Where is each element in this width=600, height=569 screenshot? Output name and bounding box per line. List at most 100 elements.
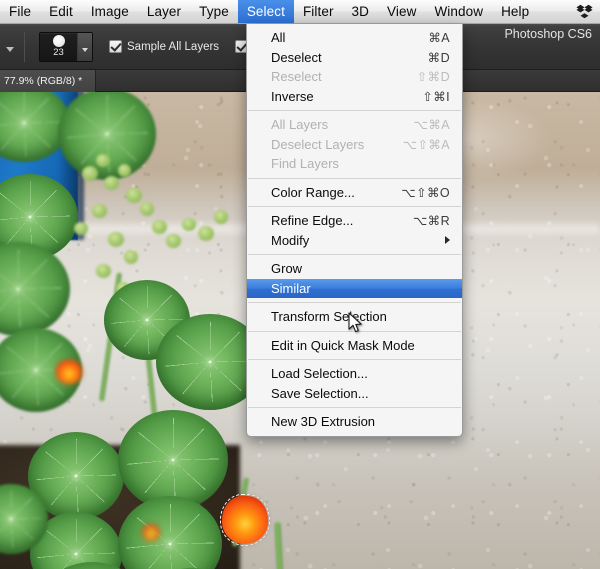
menubar-item-3d[interactable]: 3D [343, 0, 378, 23]
menu-item-save-selection[interactable]: Save Selection... [247, 384, 462, 404]
menu-item-label: Reselect [271, 69, 322, 85]
menu-item-label: New 3D Extrusion [271, 414, 376, 430]
menubar-spacer [538, 0, 573, 23]
menu-item-grow[interactable]: Grow [247, 259, 462, 279]
photo-bud [74, 222, 88, 235]
menu-item-label: Save Selection... [271, 385, 369, 401]
menu-separator [248, 359, 461, 360]
menu-item-new-3d-extrusion[interactable]: New 3D Extrusion [247, 412, 462, 432]
menu-item-modify[interactable]: Modify [247, 231, 462, 251]
menu-separator [248, 110, 461, 111]
photo-bud [104, 176, 119, 190]
menu-item-transform-selection[interactable]: Transform Selection [247, 307, 462, 327]
menu-item-color-range[interactable]: Color Range... ⌥⇧⌘O [247, 183, 462, 203]
menu-item-label: All [271, 30, 286, 46]
brush-tip-icon [52, 34, 65, 47]
chevron-right-icon [445, 236, 450, 245]
menubar-item-type[interactable]: Type [190, 0, 238, 23]
menubar-item-help[interactable]: Help [492, 0, 538, 23]
menu-item-label: Deselect Layers [271, 136, 365, 152]
menubar-item-label: Type [199, 3, 229, 19]
dropbox-icon[interactable] [575, 3, 594, 20]
photo-bud [166, 234, 181, 248]
menu-item-find-layers: Find Layers [247, 154, 462, 174]
menu-separator [248, 206, 461, 207]
menu-item-similar[interactable]: Similar [247, 278, 462, 298]
sample-all-layers-label: Sample All Layers [127, 40, 220, 53]
menu-item-label: Find Layers [271, 156, 339, 172]
photo-bud [108, 232, 124, 247]
menu-item-reselect: Reselect ⇧⌘D [247, 67, 462, 87]
menu-item-deselect[interactable]: Deselect ⌘D [247, 48, 462, 68]
brush-preview: 23 [40, 33, 77, 61]
menu-item-shortcut: ⌥⇧⌘A [402, 137, 450, 152]
menu-item-shortcut: ⇧⌘I [422, 89, 450, 104]
options-separator [24, 31, 25, 62]
checkmark-icon[interactable] [109, 40, 122, 53]
photo-bud [214, 210, 228, 224]
document-tab-label: 77.9% (RGB/8) * [4, 75, 83, 87]
menu-item-label: Modify [271, 232, 310, 248]
sample-all-layers-checkbox[interactable]: Sample All Layers [109, 40, 219, 53]
menu-item-inverse[interactable]: Inverse ⇧⌘I [247, 87, 462, 107]
menu-item-shortcut: ⌘A [428, 31, 450, 46]
menu-separator [248, 330, 461, 332]
menu-item-refine-edge[interactable]: Refine Edge... ⌥⌘R [247, 211, 462, 231]
tool-preset-chevron-down-icon[interactable] [4, 36, 18, 58]
menubar-item-window[interactable]: Window [425, 0, 492, 23]
photoshop-window: 77.9% (RGB/8) * 23 Sample All Layers Aut… [0, 0, 600, 569]
menubar-item-label: Edit [49, 3, 73, 19]
menu-item-label: Inverse [271, 88, 314, 104]
select-dropdown-menu[interactable]: All ⌘A Deselect ⌘D Reselect ⇧⌘D Inverse ⇧⌘I All … [246, 24, 463, 437]
menu-item-shortcut: ⇧⌘D [416, 70, 450, 85]
menubar-item-label: Window [434, 3, 484, 19]
photo-flower-upper [222, 496, 268, 544]
menubar-item-view[interactable]: View [378, 0, 425, 23]
menubar-item-label: 3D [351, 3, 370, 19]
menu-item-shortcut: ⌥⌘R [412, 214, 450, 229]
photo-bud [118, 164, 131, 177]
menubar-item-layer[interactable]: Layer [138, 0, 190, 23]
menubar-item-filter[interactable]: Filter [294, 0, 343, 23]
menu-item-deselect-layers: Deselect Layers ⌥⇧⌘A [247, 135, 462, 155]
photo-flower-small [56, 360, 82, 384]
menubar-item-label: Layer [146, 3, 182, 19]
menubar-item-image[interactable]: Image [82, 0, 138, 23]
menu-item-label: Refine Edge... [271, 213, 354, 229]
menu-separator [248, 254, 461, 255]
menu-item-label: Edit in Quick Mask Mode [271, 337, 415, 353]
menubar-item-label: Help [501, 3, 530, 19]
menu-item-edit-in-quick-mask-mode[interactable]: Edit in Quick Mask Mode [247, 336, 462, 356]
brush-dropdown-chevron-down-icon[interactable] [77, 32, 92, 61]
menu-item-all-layers: All Layers ⌥⌘A [247, 115, 462, 135]
menu-separator [248, 407, 461, 408]
photo-bud [82, 166, 98, 181]
photo-bud [124, 250, 138, 264]
photo-bud [126, 188, 142, 203]
menu-item-label: Grow [271, 261, 303, 277]
menubar-item-edit[interactable]: Edit [40, 0, 82, 23]
menu-item-label: Color Range... [271, 184, 355, 200]
menubar-item-select[interactable]: Select [237, 0, 294, 23]
brush-size-value: 23 [53, 46, 64, 58]
photo-bud [96, 264, 111, 278]
menu-item-load-selection[interactable]: Load Selection... [247, 364, 462, 384]
menu-item-all[interactable]: All ⌘A [247, 28, 462, 48]
menu-item-label: Load Selection... [271, 366, 368, 382]
menu-item-label: All Layers [271, 117, 329, 133]
menubar-item-file[interactable]: File [0, 0, 40, 23]
photo-bud [92, 204, 107, 218]
photo-flower-small [142, 524, 160, 541]
menu-item-label: Similar [271, 280, 311, 296]
document-tab[interactable]: 77.9% (RGB/8) * [0, 70, 96, 92]
photo-bud [140, 202, 154, 216]
menu-item-shortcut: ⌘D [427, 50, 450, 65]
menubar-item-label: Image [90, 3, 129, 19]
brush-size-picker[interactable]: 23 [39, 31, 93, 62]
app-title: Photoshop CS6 [504, 27, 592, 41]
menubar-item-label: Select [246, 3, 285, 19]
menu-bar: File Edit Image Layer Type Select Filter… [0, 0, 600, 24]
menubar-status-tray[interactable] [573, 0, 600, 23]
photo-bud [96, 154, 110, 167]
menu-item-shortcut: ⌥⌘A [413, 118, 450, 133]
